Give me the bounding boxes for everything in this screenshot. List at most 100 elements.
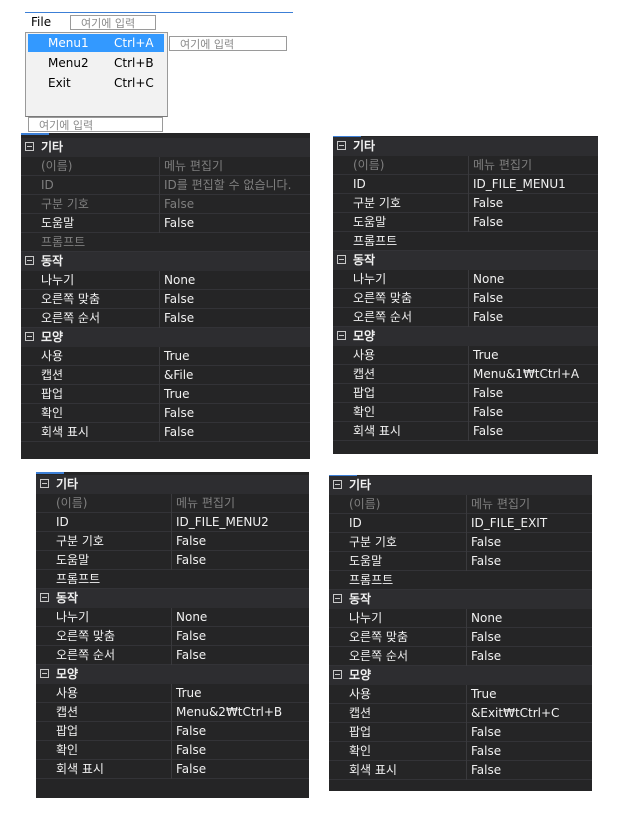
property-row[interactable]: 오른쪽 순서 False [36, 646, 309, 665]
property-row[interactable]: 도움말 False [36, 551, 309, 570]
property-value[interactable]: False [171, 551, 309, 570]
property-value[interactable]: False [159, 214, 310, 233]
property-value[interactable]: False [466, 723, 592, 742]
property-row[interactable]: 캡션 Menu&1₩tCtrl+A [333, 365, 598, 384]
property-value[interactable]: False [468, 308, 598, 327]
property-row[interactable]: 오른쪽 순서 False [21, 309, 310, 328]
property-row[interactable]: 오른쪽 순서 False [333, 308, 598, 327]
menubar-file[interactable]: File [31, 15, 51, 29]
property-value[interactable]: None [171, 608, 309, 627]
property-value[interactable]: 메뉴 편집기 [466, 495, 592, 514]
property-value[interactable]: False [159, 290, 310, 309]
property-row[interactable]: 프롬프트 [36, 570, 309, 589]
property-value[interactable]: False [159, 309, 310, 328]
property-row[interactable]: 오른쪽 맞춤 False [333, 289, 598, 308]
collapse-icon[interactable] [40, 593, 49, 602]
property-value[interactable]: True [171, 684, 309, 703]
property-row[interactable]: 오른쪽 맞춤 False [36, 627, 309, 646]
property-value[interactable]: False [171, 760, 309, 779]
collapse-icon[interactable] [333, 480, 342, 489]
property-value[interactable]: False [171, 532, 309, 551]
category-behavior[interactable]: 동작 [36, 589, 309, 608]
collapse-icon[interactable] [337, 331, 346, 340]
category-appearance[interactable]: 모양 [329, 666, 592, 685]
property-row[interactable]: ID ID_FILE_EXIT [329, 514, 592, 533]
property-row[interactable]: 회색 표시 False [21, 423, 310, 442]
property-value[interactable]: False [159, 195, 310, 214]
property-row[interactable]: 회색 표시 False [36, 760, 309, 779]
category-appearance[interactable]: 모양 [36, 665, 309, 684]
property-value[interactable]: True [159, 347, 310, 366]
property-value[interactable]: Menu&2₩tCtrl+B [171, 703, 309, 722]
property-row[interactable]: (이름) 메뉴 편집기 [36, 494, 309, 513]
property-row[interactable]: 확인 False [333, 403, 598, 422]
property-value[interactable]: None [466, 609, 592, 628]
property-value[interactable]: False [171, 722, 309, 741]
property-value[interactable]: Menu&1₩tCtrl+A [468, 365, 598, 384]
property-value[interactable]: ID_FILE_EXIT [466, 514, 592, 533]
property-row[interactable]: 캡션 Menu&2₩tCtrl+B [36, 703, 309, 722]
collapse-icon[interactable] [337, 141, 346, 150]
property-row[interactable]: 구분 기호 False [329, 533, 592, 552]
property-value[interactable]: &File [159, 366, 310, 385]
property-value[interactable]: ID를 편집할 수 없습니다. [159, 176, 310, 195]
property-value[interactable]: False [466, 761, 592, 780]
property-value[interactable]: ID_FILE_MENU2 [171, 513, 309, 532]
property-value[interactable]: False [468, 289, 598, 308]
property-row[interactable]: 팝업 True [21, 385, 310, 404]
property-row[interactable]: 팝업 False [36, 722, 309, 741]
property-row[interactable]: 프롬프트 [21, 233, 310, 252]
property-value[interactable]: None [159, 271, 310, 290]
property-row[interactable]: 프롬프트 [333, 232, 598, 251]
collapse-icon[interactable] [333, 594, 342, 603]
property-row[interactable]: (이름) 메뉴 편집기 [21, 157, 310, 176]
property-row[interactable]: 사용 True [333, 346, 598, 365]
property-row[interactable]: 확인 False [36, 741, 309, 760]
property-value[interactable]: False [171, 741, 309, 760]
menubar-type-here[interactable]: 여기에 입력 [70, 15, 156, 30]
property-value[interactable]: False [466, 742, 592, 761]
category-behavior[interactable]: 동작 [329, 590, 592, 609]
property-value[interactable]: False [468, 194, 598, 213]
property-row[interactable]: 사용 True [329, 685, 592, 704]
property-value[interactable]: False [171, 646, 309, 665]
category-misc[interactable]: 기타 [21, 138, 310, 157]
property-value[interactable]: False [468, 213, 598, 232]
property-row[interactable]: 구분 기호 False [21, 195, 310, 214]
property-row[interactable]: 캡션 &Exit₩tCtrl+C [329, 704, 592, 723]
category-appearance[interactable]: 모양 [21, 328, 310, 347]
property-row[interactable]: 나누기 None [36, 608, 309, 627]
property-value[interactable]: True [159, 385, 310, 404]
category-misc[interactable]: 기타 [36, 475, 309, 494]
property-value[interactable]: False [466, 552, 592, 571]
property-value[interactable]: False [466, 533, 592, 552]
property-row[interactable]: 프롬프트 [329, 571, 592, 590]
category-misc[interactable]: 기타 [329, 476, 592, 495]
property-row[interactable]: 오른쪽 순서 False [329, 647, 592, 666]
property-row[interactable]: 확인 False [21, 404, 310, 423]
property-row[interactable]: 회색 표시 False [333, 422, 598, 441]
category-behavior[interactable]: 동작 [21, 252, 310, 271]
collapse-icon[interactable] [25, 332, 34, 341]
property-value[interactable]: 메뉴 편집기 [159, 157, 310, 176]
property-row[interactable]: 구분 기호 False [36, 532, 309, 551]
property-value[interactable]: False [466, 647, 592, 666]
menu-item-menu1[interactable]: Menu1 Ctrl+A [28, 34, 164, 52]
property-value[interactable]: False [159, 404, 310, 423]
property-value[interactable]: ID_FILE_MENU1 [468, 175, 598, 194]
property-row[interactable]: 팝업 False [333, 384, 598, 403]
property-row[interactable]: 사용 True [36, 684, 309, 703]
property-row[interactable]: 도움말 False [21, 214, 310, 233]
category-behavior[interactable]: 동작 [333, 251, 598, 270]
property-row[interactable]: 오른쪽 맞춤 False [329, 628, 592, 647]
collapse-icon[interactable] [333, 670, 342, 679]
submenu-type-here[interactable]: 여기에 입력 [169, 36, 287, 51]
property-row[interactable]: 나누기 None [21, 271, 310, 290]
property-row[interactable]: 도움말 False [333, 213, 598, 232]
collapse-icon[interactable] [25, 142, 34, 151]
property-row[interactable]: 오른쪽 맞춤 False [21, 290, 310, 309]
property-row[interactable]: ID ID_FILE_MENU2 [36, 513, 309, 532]
property-row[interactable]: ID ID를 편집할 수 없습니다. [21, 176, 310, 195]
property-value[interactable]: False [159, 423, 310, 442]
property-row[interactable]: (이름) 메뉴 편집기 [329, 495, 592, 514]
